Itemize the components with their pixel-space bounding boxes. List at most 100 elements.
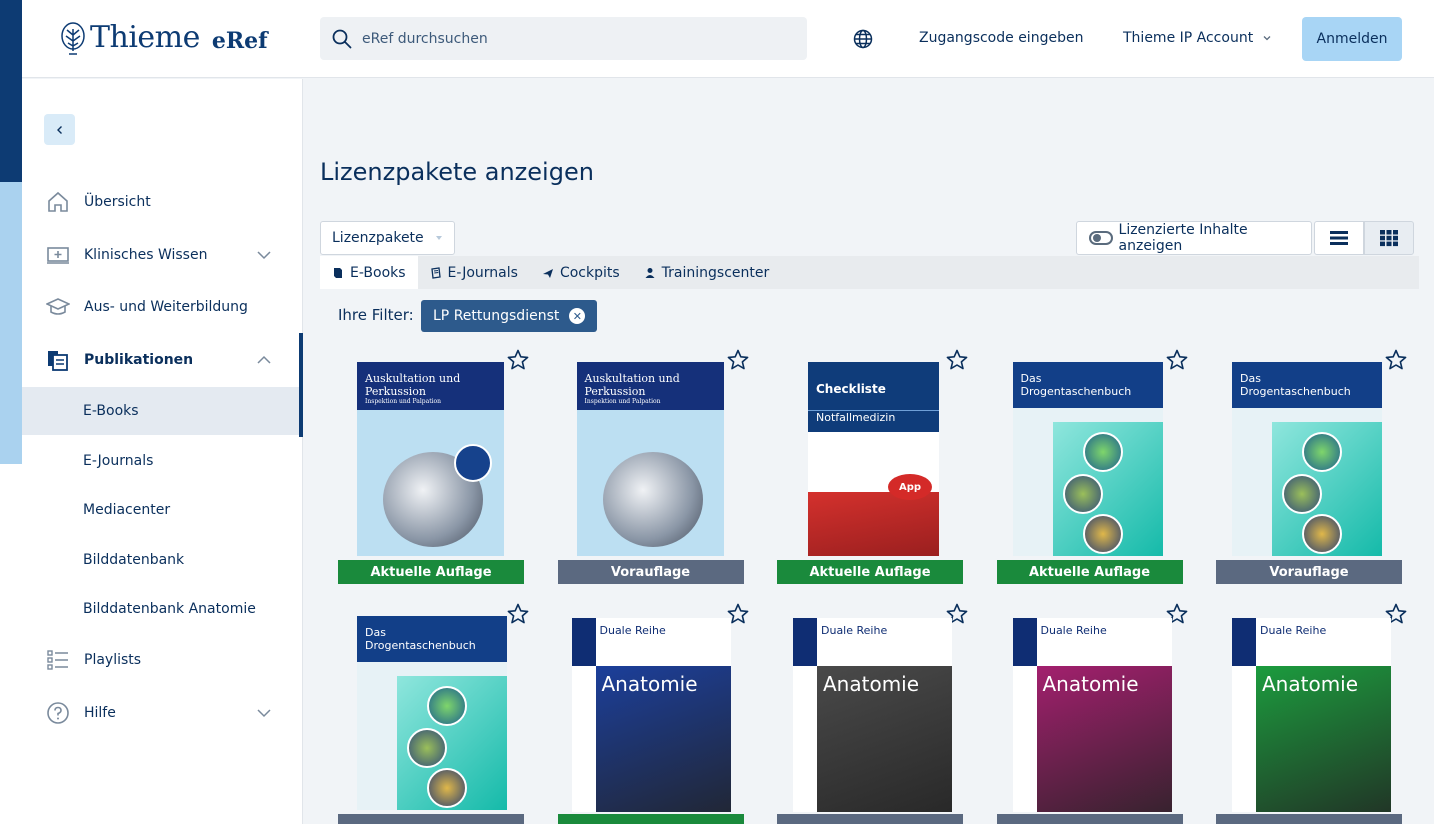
filter-chip[interactable]: LP Rettungsdienst ✕ xyxy=(421,300,598,332)
product-name: eRef xyxy=(211,27,268,54)
ip-account-dropdown[interactable]: Thieme IP Account xyxy=(1123,30,1273,46)
favorite-star-icon[interactable] xyxy=(506,602,530,626)
caret-down-icon xyxy=(436,236,442,240)
app-badge: App xyxy=(888,474,932,500)
cover-subtitle: Inspektion und Palpation xyxy=(365,398,442,405)
tab-cockpits[interactable]: Cockpits xyxy=(530,256,632,289)
favorite-star-icon[interactable] xyxy=(1384,348,1408,372)
cover-seal xyxy=(454,444,492,482)
sidebar-item-label: Aus- und Weiterbildung xyxy=(84,299,248,315)
filter-chip-label: LP Rettungsdienst xyxy=(433,308,560,324)
cover-circle-image xyxy=(1282,474,1322,514)
chevron-left-icon xyxy=(56,125,62,134)
favorite-star-icon[interactable] xyxy=(506,348,530,372)
sidebar-item-overview[interactable]: Übersicht xyxy=(22,182,303,222)
cover-circle-image xyxy=(1302,514,1342,554)
list-view-icon xyxy=(1330,231,1348,245)
edition-badge xyxy=(996,814,1183,824)
cover-block xyxy=(1012,618,1037,666)
sidebar-sub-ejournals[interactable]: E-Journals xyxy=(22,437,303,485)
book-card[interactable]: Duale Reihe Anatomie xyxy=(541,600,756,824)
cover-title: Das Drogentaschenbuch xyxy=(357,616,507,662)
book-cover[interactable]: Auskultation und Perkussion Inspektion un… xyxy=(576,362,724,556)
favorite-star-icon[interactable] xyxy=(726,348,750,372)
sidebar-sub-image-database[interactable]: Bilddatenbank xyxy=(22,536,303,584)
toggle-switch-icon xyxy=(1089,231,1113,245)
book-cover[interactable]: Das Drogentaschenbuch xyxy=(1012,362,1163,556)
content-type-tabs: E-Books E-Journals Cockpits Trainingscen… xyxy=(320,256,1419,289)
book-card[interactable]: Das Drogentaschenbuch Aktuelle Auflage xyxy=(980,346,1195,596)
page-title: Lizenzpakete anzeigen xyxy=(320,158,594,186)
cover-block xyxy=(1232,618,1256,666)
tab-label: Cockpits xyxy=(559,264,620,281)
publications-icon xyxy=(48,351,68,371)
chevron-down-icon xyxy=(1263,36,1271,41)
book-cover[interactable]: Duale Reihe Anatomie xyxy=(793,618,952,812)
playlist-icon xyxy=(47,650,68,670)
tab-ebooks[interactable]: E-Books xyxy=(320,256,418,289)
search-input[interactable] xyxy=(362,30,782,47)
tab-ejournals[interactable]: E-Journals xyxy=(418,256,530,289)
licensed-content-toggle[interactable]: Lizenzierte Inhalte anzeigen xyxy=(1076,221,1312,255)
favorite-star-icon[interactable] xyxy=(945,348,969,372)
tab-trainingscenter[interactable]: Trainingscenter xyxy=(632,256,782,289)
book-card[interactable]: Das Drogentaschenbuch Vorauflage xyxy=(1200,346,1414,596)
top-header: Thieme eRef Zugangscode eingeben Thieme … xyxy=(22,0,1434,78)
search-bar[interactable] xyxy=(320,17,807,60)
sidebar-item-publications[interactable]: Publikationen xyxy=(22,340,303,380)
book-card[interactable]: Checkliste Notfallmedizin App Aktuelle Aufl… xyxy=(761,346,975,596)
remove-filter-icon[interactable]: ✕ xyxy=(569,308,586,324)
cover-title: Anatomie xyxy=(823,672,920,696)
book-card[interactable]: Auskultation und Perkussion Inspektion un… xyxy=(322,346,536,596)
sidebar-item-label: Publikationen xyxy=(84,352,194,368)
thieme-logo[interactable]: Thieme eRef xyxy=(60,20,268,55)
language-globe-icon[interactable] xyxy=(853,29,873,49)
edition-badge xyxy=(1216,814,1402,824)
trainer-icon xyxy=(645,267,655,278)
sidebar-item-label: Übersicht xyxy=(84,194,151,210)
sidebar: Übersicht Klinisches Wissen Aus- und Wei… xyxy=(22,79,303,824)
plane-icon xyxy=(542,268,553,278)
help-icon xyxy=(47,702,69,724)
sidebar-item-playlists[interactable]: Playlists xyxy=(22,640,303,680)
sidebar-item-clinical-knowledge[interactable]: Klinisches Wissen xyxy=(22,235,303,275)
book-card[interactable]: Duale Reihe Anatomie xyxy=(1200,600,1414,824)
cover-photo xyxy=(808,492,939,556)
sidebar-sub-mediacenter[interactable]: Mediacenter xyxy=(22,486,303,534)
login-button[interactable]: Anmelden xyxy=(1302,17,1402,61)
cover-circle-image xyxy=(1082,432,1123,472)
sidebar-item-education[interactable]: Aus- und Weiterbildung xyxy=(22,287,303,327)
cover-title: Anatomie xyxy=(1262,672,1359,696)
grid-view-button[interactable] xyxy=(1364,221,1414,255)
book-cover[interactable]: Auskultation und Perkussion Inspektion un… xyxy=(357,362,504,556)
book-card[interactable]: Auskultation und Perkussion Inspektion un… xyxy=(541,346,756,596)
book-cover[interactable]: Checkliste Notfallmedizin App xyxy=(808,362,939,556)
book-card[interactable]: Duale Reihe Anatomie xyxy=(761,600,975,824)
list-view-button[interactable] xyxy=(1314,221,1364,255)
edition-badge xyxy=(557,814,744,824)
sidebar-item-help[interactable]: Hilfe xyxy=(22,693,303,733)
book-card[interactable]: Duale Reihe Anatomie xyxy=(980,600,1195,824)
sidebar-collapse-button[interactable] xyxy=(44,114,75,145)
ip-account-label: Thieme IP Account xyxy=(1123,30,1254,46)
package-dropdown[interactable]: Lizenzpakete xyxy=(320,221,455,255)
cover-subtitle: Inspektion und Palpation xyxy=(584,398,661,405)
book-cover[interactable]: Duale Reihe Anatomie xyxy=(571,618,731,812)
book-cover[interactable]: Das Drogentaschenbuch xyxy=(1232,362,1382,556)
clinical-icon xyxy=(47,247,69,264)
cover-title: Checkliste xyxy=(808,362,939,410)
sidebar-sub-anatomy-images[interactable]: Bilddatenbank Anatomie xyxy=(22,585,303,633)
book-card[interactable]: Das Drogentaschenbuch xyxy=(322,600,536,824)
sidebar-sub-ebooks[interactable]: E-Books xyxy=(22,387,303,435)
edition-badge xyxy=(777,814,963,824)
tab-label: Trainingscenter xyxy=(661,264,770,281)
stethoscope-image xyxy=(602,452,703,547)
book-cover[interactable]: Das Drogentaschenbuch xyxy=(357,616,507,810)
book-cover[interactable]: Duale Reihe Anatomie xyxy=(1232,618,1391,812)
toggle-label: Lizenzierte Inhalte anzeigen xyxy=(1118,222,1248,254)
access-code-link[interactable]: Zugangscode eingeben xyxy=(919,30,1083,46)
book-cover[interactable]: Duale Reihe Anatomie xyxy=(1012,618,1172,812)
favorite-star-icon[interactable] xyxy=(1165,348,1189,372)
cover-title: Das Drogentaschenbuch xyxy=(1232,362,1382,408)
search-icon xyxy=(332,29,352,48)
